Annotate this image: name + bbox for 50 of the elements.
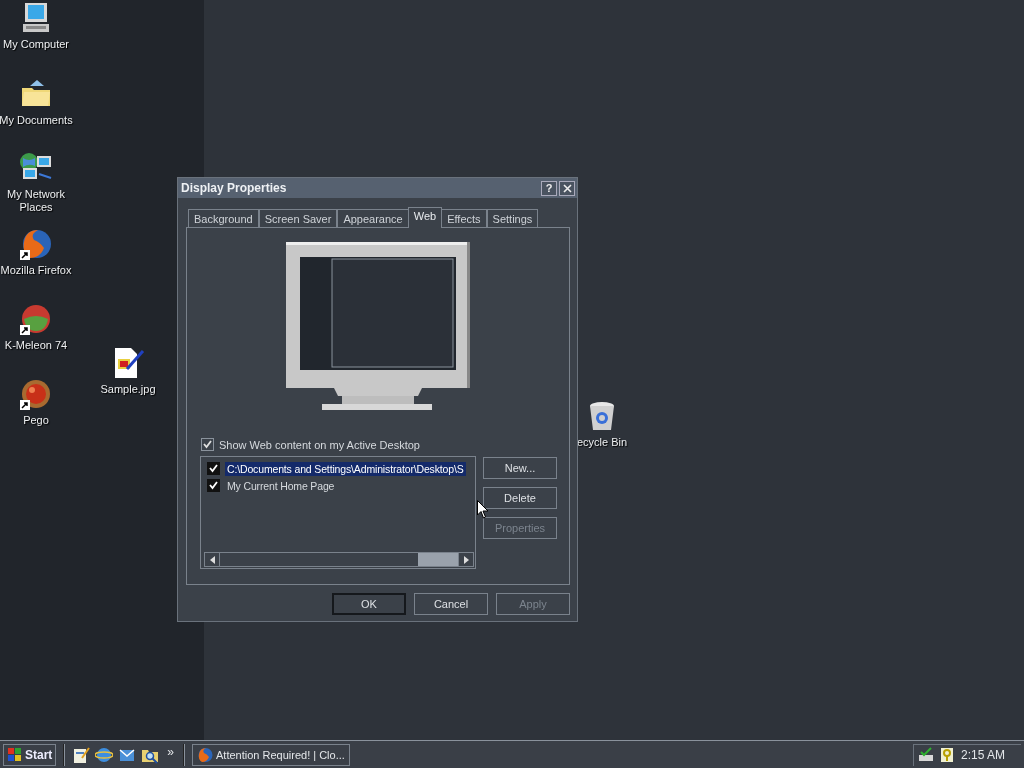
globe-fox-icon xyxy=(20,228,52,260)
scroll-left-icon[interactable] xyxy=(209,555,215,564)
tab[interactable]: Appearance xyxy=(337,209,409,227)
taskbar-button[interactable]: Attention Required! | Clo... xyxy=(192,743,350,766)
tab[interactable]: Background xyxy=(188,209,259,227)
shortcut-arrow-icon xyxy=(20,250,30,260)
chevron-button[interactable]: » xyxy=(167,744,175,759)
clock: 2:15 AM xyxy=(960,748,1005,762)
icon-label[interactable]: My Documents xyxy=(0,114,73,127)
checkbox[interactable] xyxy=(207,462,220,475)
notepad-icon[interactable] xyxy=(72,745,91,764)
horizontal-scrollbar[interactable] xyxy=(204,552,474,567)
icon-label[interactable]: My Network Places xyxy=(0,188,74,214)
windows-logo-icon xyxy=(7,747,23,762)
list-item[interactable]: C:\Documents and Settings\Administrator\Desktop\S xyxy=(225,461,466,476)
help-button[interactable]: ? xyxy=(541,180,557,196)
tab[interactable]: Settings xyxy=(486,209,539,227)
close-icon xyxy=(562,183,572,193)
key-icon[interactable] xyxy=(939,747,955,763)
list-item[interactable]: My Current Home Page xyxy=(225,478,337,493)
cancel-button[interactable]: Cancel xyxy=(414,593,488,615)
checkbox[interactable] xyxy=(201,438,214,451)
tab[interactable]: Screen Saver xyxy=(258,209,338,227)
close-button[interactable] xyxy=(559,180,575,196)
new-button[interactable]: New... xyxy=(483,457,557,479)
network-status-icon[interactable] xyxy=(918,747,936,763)
icon-label[interactable]: My Computer xyxy=(3,38,69,51)
browser-icon[interactable] xyxy=(95,745,114,764)
tab[interactable]: Effects xyxy=(441,209,487,227)
window-title: Display Properties xyxy=(181,181,288,195)
icon-label[interactable]: Mozilla Firefox xyxy=(0,264,72,277)
checkbox-label[interactable]: Show Web content on my Active Desktop xyxy=(219,438,420,451)
start-button[interactable]: Start xyxy=(3,743,57,766)
chameleon-icon xyxy=(20,303,52,335)
icon-label[interactable]: ecycle Bin xyxy=(576,436,628,449)
ok-button[interactable]: OK xyxy=(332,593,406,615)
scroll-right-icon[interactable] xyxy=(463,555,469,564)
icon-label[interactable]: Pego xyxy=(23,414,49,427)
ball-icon xyxy=(20,378,52,410)
computer-icon xyxy=(20,2,52,34)
icon-label[interactable]: K-Meleon 74 xyxy=(4,339,68,352)
icon-label[interactable]: Sample.jpg xyxy=(100,383,156,396)
delete-button[interactable]: Delete xyxy=(483,487,557,509)
mouse-cursor-icon xyxy=(477,500,489,519)
tab[interactable]: Web xyxy=(407,207,443,228)
checkbox[interactable] xyxy=(207,479,220,492)
scroll-thumb[interactable] xyxy=(418,553,458,566)
shortcut-arrow-icon xyxy=(20,325,30,335)
shortcut-arrow-icon xyxy=(20,400,30,410)
globe-fox-icon xyxy=(197,746,214,763)
